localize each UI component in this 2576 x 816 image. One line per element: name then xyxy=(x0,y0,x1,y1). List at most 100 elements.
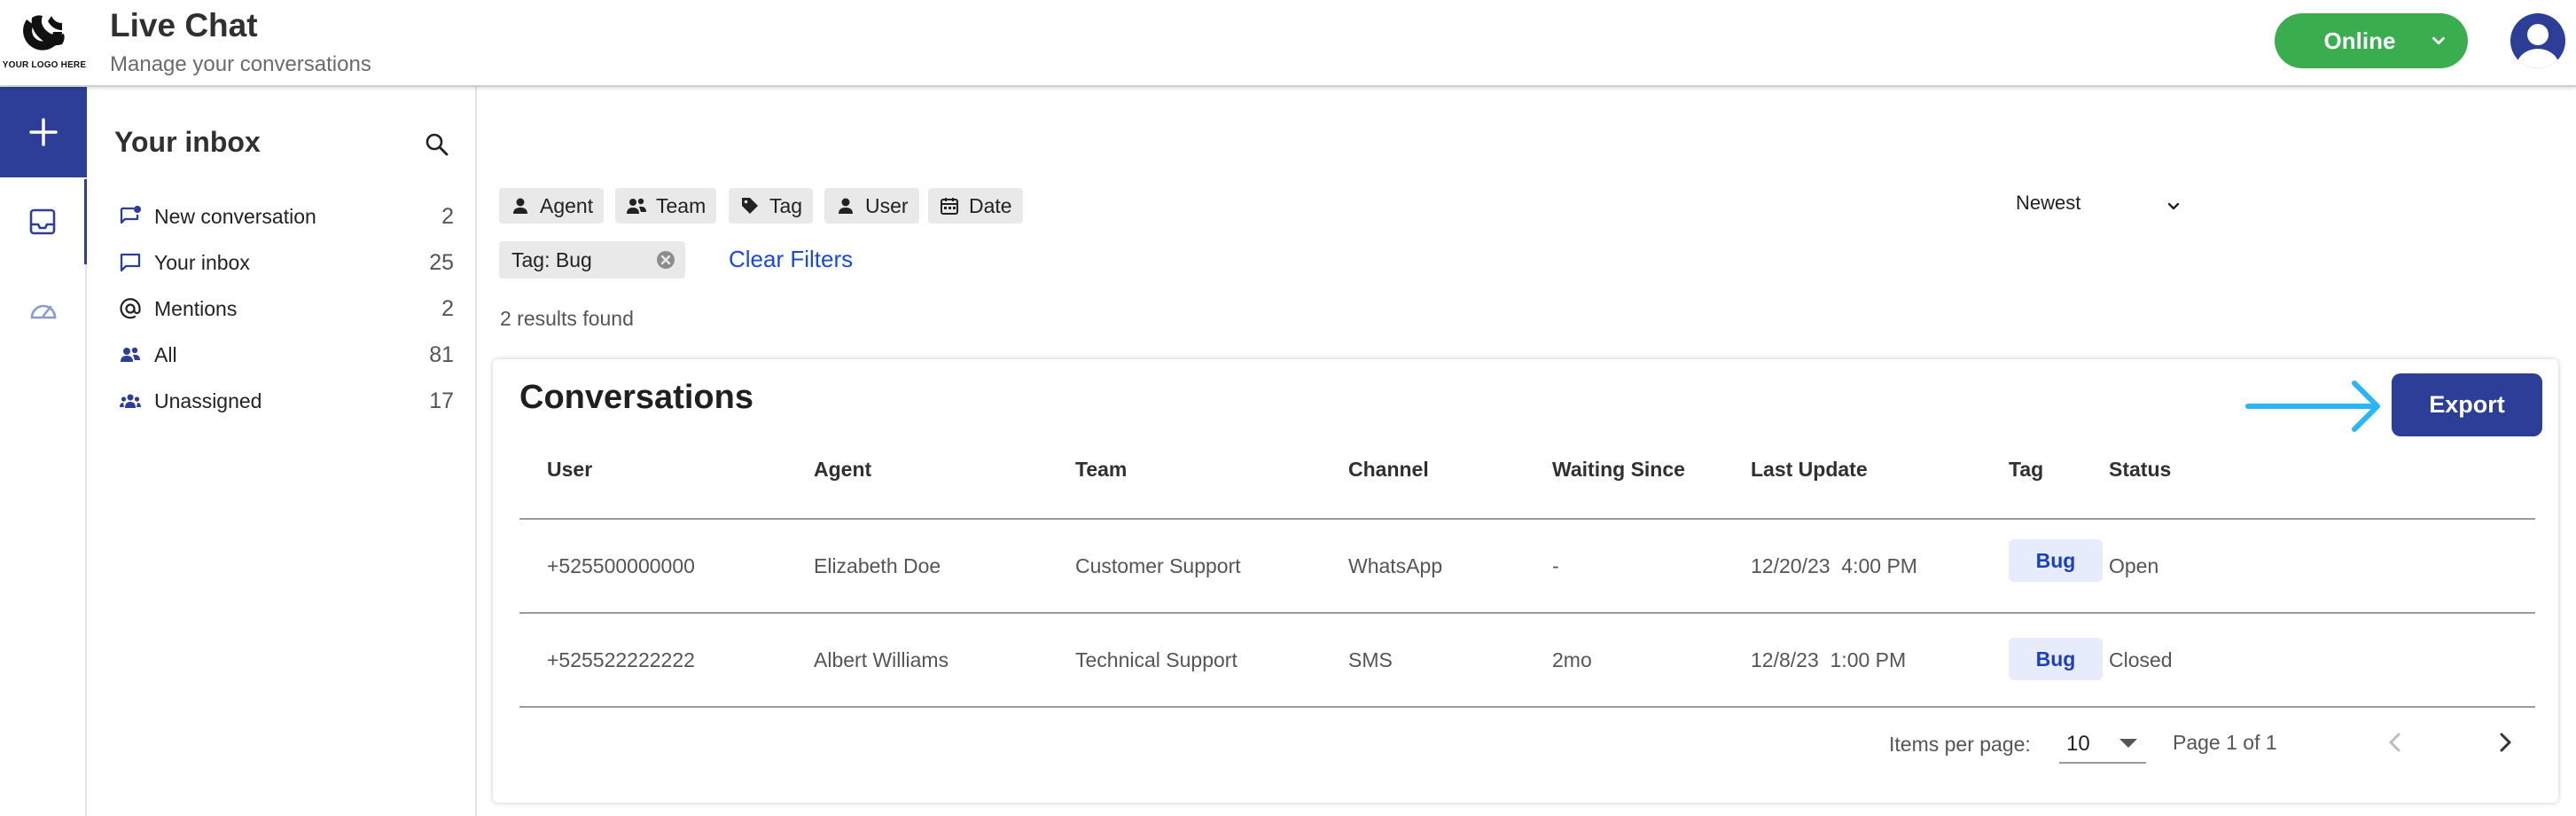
sidebar-item-count: 25 xyxy=(429,249,454,275)
avatar-person-icon xyxy=(2517,24,2559,68)
filter-chip-agent[interactable]: Agent xyxy=(499,188,605,224)
chip-label: Agent xyxy=(540,193,594,217)
results-count: 2 results found xyxy=(500,307,634,330)
items-per-page-select[interactable]: 10 xyxy=(2059,723,2146,764)
chevron-down-icon xyxy=(2167,202,2180,210)
status-label: Online xyxy=(2323,27,2396,54)
column-header-team[interactable]: Team xyxy=(1075,458,1127,482)
app-title: Live Chat xyxy=(110,7,258,43)
gauge-icon xyxy=(30,304,57,319)
cell-last-update: 12/20/23 4:00 PM xyxy=(1751,554,1917,577)
column-header-agent[interactable]: Agent xyxy=(814,458,871,482)
cell-team: Customer Support xyxy=(1075,554,1241,577)
column-header-last-update[interactable]: Last Update xyxy=(1751,458,1868,482)
sidebar-item-mentions[interactable]: Mentions 2 xyxy=(119,293,454,325)
arrow-right-icon xyxy=(2245,381,2380,432)
company-logo[interactable]: YOUR LOGO HERE xyxy=(0,0,89,87)
cell-agent: Elizabeth Doe xyxy=(814,554,941,577)
chip-label: Team xyxy=(656,193,706,217)
sidebar-item-count: 17 xyxy=(429,388,454,413)
at-icon xyxy=(119,297,142,320)
column-header-status[interactable]: Status xyxy=(2109,458,2171,482)
active-filter-pill: Tag: Bug xyxy=(499,241,685,279)
cell-user: +525522222222 xyxy=(547,648,695,671)
sidebar-item-unassigned[interactable]: Unassigned 17 xyxy=(119,385,454,417)
sidebar-item-label: New conversation xyxy=(154,204,316,228)
person-icon xyxy=(510,195,531,216)
logo-mark-icon xyxy=(23,15,65,51)
filter-chip-date[interactable]: Date xyxy=(928,188,1023,224)
filter-chip-tag[interactable]: Tag xyxy=(729,188,814,224)
team-icon xyxy=(626,195,647,216)
chat-bubble-icon xyxy=(119,251,142,274)
logo-caption: YOUR LOGO HERE xyxy=(2,60,87,70)
sidebar-item-new-conversation[interactable]: New conversation 2 xyxy=(119,200,454,232)
active-filter-label: Tag: Bug xyxy=(511,247,592,271)
caret-down-icon xyxy=(2119,739,2137,748)
filter-chip-team[interactable]: Team xyxy=(615,188,717,224)
app-header: YOUR LOGO HERE Live Chat Manage your con… xyxy=(0,0,2576,87)
cell-team: Technical Support xyxy=(1075,648,1237,671)
tag-icon xyxy=(739,195,761,216)
cell-last-update: 12/8/23 1:00 PM xyxy=(1751,648,1907,671)
person-icon xyxy=(835,195,856,216)
cell-waiting-since: - xyxy=(1552,554,1559,577)
nav-rail xyxy=(0,87,87,816)
sidebar-item-your-inbox[interactable]: Your inbox 25 xyxy=(119,247,454,279)
cell-waiting-since: 2mo xyxy=(1552,648,1592,671)
table-divider xyxy=(519,612,2535,614)
people-icon xyxy=(119,343,142,366)
clear-filters-link[interactable]: Clear Filters xyxy=(729,246,853,273)
next-page-icon[interactable] xyxy=(2487,725,2523,760)
app-subtitle: Manage your conversations xyxy=(110,52,371,76)
card-title: Conversations xyxy=(519,379,753,416)
page-range: Page 1 of 1 xyxy=(2173,731,2277,754)
inbox-title: Your inbox xyxy=(114,126,261,158)
chip-label: Date xyxy=(969,193,1012,217)
items-per-page-label: Items per page: xyxy=(1889,733,2031,756)
sidebar-item-label: Your inbox xyxy=(154,250,250,274)
status-toggle-button[interactable]: Online xyxy=(2275,13,2468,68)
conversations-card: Conversations Export User Agent Team Cha… xyxy=(493,359,2558,803)
cell-status: Open xyxy=(2109,554,2159,577)
chevron-down-icon xyxy=(2432,36,2445,45)
rail-dashboard-button[interactable] xyxy=(0,268,87,353)
sidebar-item-all[interactable]: All 81 xyxy=(119,339,454,371)
sidebar-item-label: Unassigned xyxy=(154,388,262,412)
cell-agent: Albert Williams xyxy=(814,648,949,671)
chip-label: Tag xyxy=(769,193,803,217)
user-avatar[interactable] xyxy=(2510,13,2565,68)
table-divider xyxy=(519,706,2535,708)
remove-filter-icon[interactable] xyxy=(655,249,676,271)
sidebar-item-count: 2 xyxy=(441,203,454,229)
cell-user: +525500000000 xyxy=(547,554,695,577)
group-icon xyxy=(119,389,142,412)
rail-inbox-button[interactable] xyxy=(0,179,87,264)
column-header-user[interactable]: User xyxy=(547,458,592,482)
items-per-page-value: 10 xyxy=(2066,732,2090,756)
table-divider xyxy=(519,518,2535,520)
filter-chip-user[interactable]: User xyxy=(824,188,919,224)
sort-value: Newest xyxy=(2016,192,2081,214)
sidebar-item-count: 2 xyxy=(441,295,454,321)
export-button[interactable]: Export xyxy=(2392,373,2542,436)
cell-status: Closed xyxy=(2109,648,2173,671)
rail-new-button[interactable] xyxy=(0,87,87,177)
cell-channel: WhatsApp xyxy=(1348,554,1443,577)
sidebar-item-label: All xyxy=(154,342,177,366)
tag-badge: Bug xyxy=(2009,638,2103,680)
tag-badge: Bug xyxy=(2009,539,2103,582)
calendar-icon xyxy=(939,195,960,216)
column-header-waiting-since[interactable]: Waiting Since xyxy=(1552,458,1685,482)
chip-label: User xyxy=(865,193,909,217)
sort-select[interactable]: Newest xyxy=(2016,192,2193,222)
new-chat-icon xyxy=(119,205,142,228)
search-icon[interactable] xyxy=(424,131,450,158)
inbox-sidebar: Your inbox New conversation 2 Your inbox… xyxy=(87,87,477,816)
inbox-tray-icon xyxy=(29,208,55,235)
column-header-tag[interactable]: Tag xyxy=(2009,458,2043,482)
previous-page-icon[interactable] xyxy=(2377,725,2413,760)
sidebar-item-count: 81 xyxy=(429,341,454,367)
column-header-channel[interactable]: Channel xyxy=(1348,458,1429,482)
cell-channel: SMS xyxy=(1348,648,1393,671)
